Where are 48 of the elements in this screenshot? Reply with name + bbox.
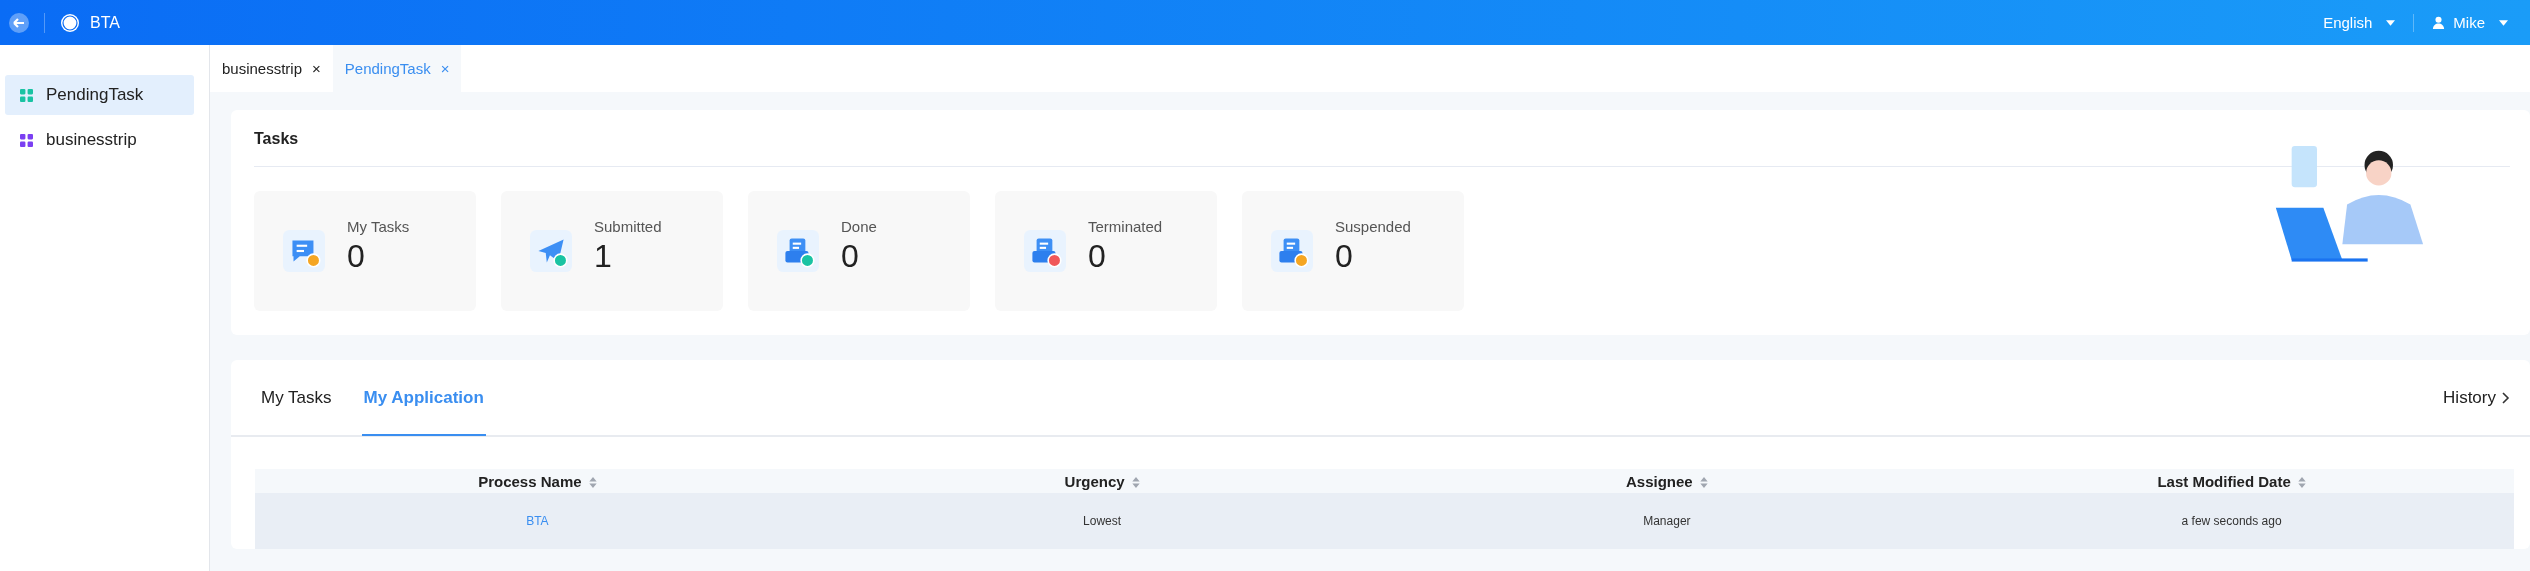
stat-card[interactable]: Suspended 0 [1242,191,1464,311]
grid-icon [20,88,33,102]
sort-icon[interactable] [1131,476,1140,488]
stat-label: My Tasks [347,217,410,235]
page-tab[interactable]: businesstrip × [210,45,333,92]
stat-count: 0 [347,237,366,275]
stat-card[interactable]: Submitted 1 [501,191,723,311]
task-status-icon [1024,230,1066,272]
sort-icon[interactable] [588,476,597,488]
stat-count: 0 [1088,237,1107,275]
sort-icon[interactable] [2297,476,2306,488]
stat-card[interactable]: Done 0 [748,191,970,311]
back-icon[interactable] [9,12,29,33]
task-status-icon [1271,230,1313,272]
sort-icon[interactable] [1699,476,1708,488]
task-status-icon [283,230,325,272]
logo-icon [60,12,80,33]
stat-count: 0 [841,237,860,275]
stat-count: 0 [1335,237,1354,275]
stat-label: Submitted [594,217,662,235]
app-name: BTA [90,13,120,32]
caret-icon [2386,19,2396,26]
caret-icon [2499,19,2508,26]
stat-card[interactable]: My Tasks 0 [254,191,476,311]
table-cell: Manager [1384,493,1950,549]
grid-icon [20,133,33,147]
panel-title: Tasks [254,130,300,149]
column-header[interactable]: Last Modified Date [1949,469,2514,493]
list-tab[interactable]: My Tasks [259,361,334,436]
column-header[interactable]: Process Name [255,469,820,493]
sidebar-item[interactable]: PendingTask [5,75,194,115]
close-button[interactable]: × [312,60,321,77]
table-cell: Lowest [819,493,1385,549]
stat-count: 1 [594,237,613,275]
sidebar-item[interactable]: businesstrip [5,120,194,160]
stat-label: Terminated [1088,217,1163,235]
history-link[interactable]: History [2443,387,2510,408]
task-status-icon [530,230,572,272]
tab-label[interactable]: businesstrip [222,60,303,77]
column-header[interactable]: Urgency [819,469,1385,493]
chevron-right-icon [2502,391,2510,404]
user-icon [2432,16,2446,29]
stat-label: Suspended [1335,217,1411,235]
column-header[interactable]: Assignee [1384,469,1950,493]
stat-card[interactable]: Terminated 0 [995,191,1217,311]
task-status-icon [777,230,819,272]
stat-label: Done [841,217,877,235]
table-cell: a few seconds ago [1949,493,2514,549]
